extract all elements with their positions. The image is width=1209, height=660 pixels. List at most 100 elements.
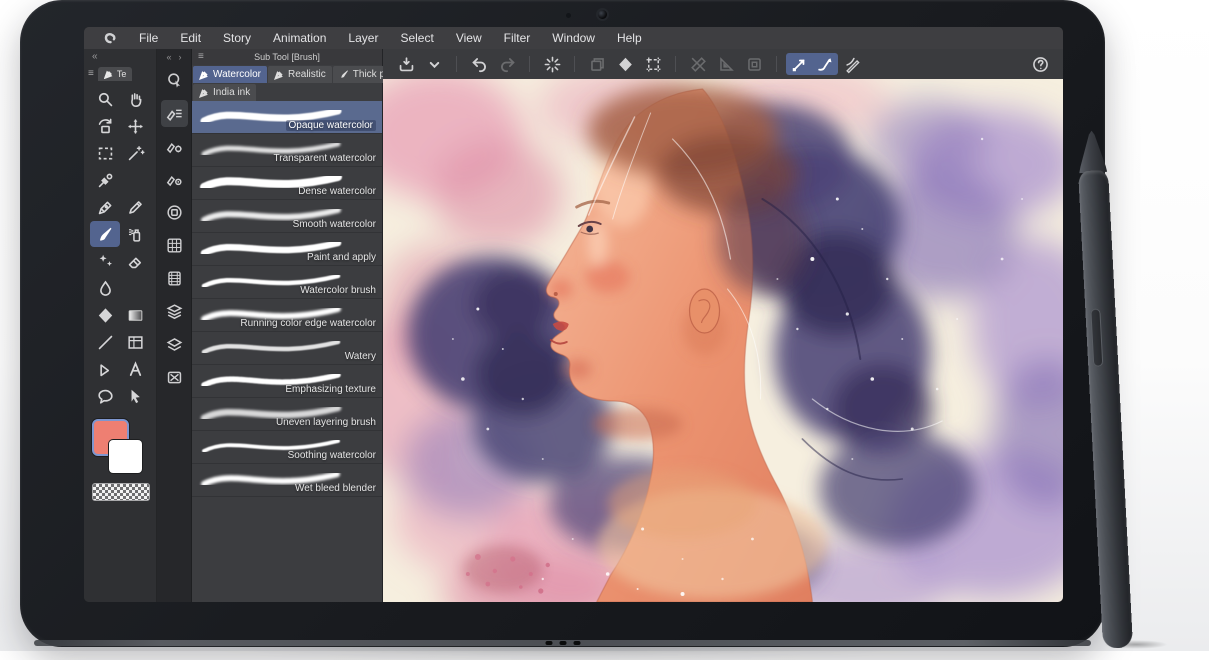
stroke-curve-icon[interactable] xyxy=(812,53,838,75)
dock-color-set[interactable] xyxy=(161,232,188,259)
tool-panel: « ≡ Te xyxy=(84,49,157,602)
tool-panel-menu-icon[interactable]: ≡ xyxy=(88,69,94,79)
tool-brush[interactable] xyxy=(90,221,120,247)
tool-selection-marquee[interactable] xyxy=(90,140,120,166)
brush-item[interactable]: Watercolor brush xyxy=(192,266,382,299)
tool-fill[interactable] xyxy=(90,302,120,328)
tablet-device: File Edit Story Animation Layer Select V… xyxy=(20,0,1105,647)
dock-next-button[interactable]: › xyxy=(179,52,182,62)
tool-panel-tab[interactable]: Te xyxy=(98,67,133,81)
brush-item[interactable]: Soothing watercolor xyxy=(192,431,382,464)
dock-prev-button[interactable]: « xyxy=(166,52,171,62)
light-sensor xyxy=(566,13,571,18)
chevron-down-icon[interactable] xyxy=(421,53,447,75)
tool-operation[interactable] xyxy=(120,383,150,409)
tool-hand[interactable] xyxy=(120,86,150,112)
menu-select[interactable]: Select xyxy=(389,27,444,49)
tool-line[interactable] xyxy=(90,329,120,355)
dock-navigator[interactable] xyxy=(161,199,188,226)
menu-bar: File Edit Story Animation Layer Select V… xyxy=(84,27,1063,49)
tool-text[interactable] xyxy=(120,356,150,382)
tool-eyedropper[interactable] xyxy=(90,167,120,193)
tab-watercolor[interactable]: Watercolor xyxy=(193,66,267,83)
tool-grid xyxy=(84,84,156,411)
tool-pen[interactable] xyxy=(90,194,120,220)
toolbar-divider xyxy=(456,56,457,72)
transparent-color-swatch[interactable] xyxy=(92,483,150,501)
dock-sub-view[interactable] xyxy=(161,364,188,391)
menu-view[interactable]: View xyxy=(445,27,493,49)
menu-layer[interactable]: Layer xyxy=(337,27,389,49)
tab-india-ink[interactable]: India ink xyxy=(193,84,256,101)
color-swatches xyxy=(92,419,148,511)
line-correction-icon[interactable] xyxy=(840,53,866,75)
tool-decoration[interactable] xyxy=(90,248,120,274)
dock-tool-property[interactable] xyxy=(161,133,188,160)
dock-sub-tool[interactable] xyxy=(161,100,188,127)
dock-material[interactable] xyxy=(161,265,188,292)
tool-move[interactable] xyxy=(120,113,150,139)
tool-rotate[interactable] xyxy=(90,113,120,139)
duplicate-icon[interactable] xyxy=(584,53,610,75)
brush-item[interactable]: Wet bleed blender xyxy=(192,464,382,497)
brush-item[interactable]: Running color edge watercolor xyxy=(192,299,382,332)
subtool-tab-row-1: Watercolor Realistic Thick pa xyxy=(192,65,382,83)
menu-story[interactable]: Story xyxy=(212,27,262,49)
dock-brush-size[interactable] xyxy=(161,166,188,193)
menu-window[interactable]: Window xyxy=(541,27,606,49)
subtool-panel: ≡ Sub Tool [Brush] Watercolor Realistic xyxy=(192,49,383,602)
s-pen-tip xyxy=(1077,130,1107,173)
toolbar-divider xyxy=(675,56,676,72)
grid-icon[interactable] xyxy=(741,53,767,75)
fill-icon[interactable] xyxy=(612,53,638,75)
menu-file[interactable]: File xyxy=(128,27,169,49)
menu-filter[interactable]: Filter xyxy=(493,27,542,49)
triangle-ruler-icon[interactable] xyxy=(713,53,739,75)
brush-item[interactable]: Dense watercolor xyxy=(192,167,382,200)
refresh-icon[interactable] xyxy=(539,53,565,75)
collapse-panel-button[interactable]: « xyxy=(92,51,98,62)
background-color-swatch[interactable] xyxy=(109,440,142,473)
menu-animation[interactable]: Animation xyxy=(262,27,337,49)
brush-item[interactable]: Opaque watercolor xyxy=(192,101,382,134)
dock-quick-access[interactable] xyxy=(161,67,188,94)
subtool-menu-icon[interactable]: ≡ xyxy=(198,52,204,62)
workspace: « ≡ Te xyxy=(84,49,1063,602)
brush-item[interactable]: Watery xyxy=(192,332,382,365)
brush-item[interactable]: Uneven layering brush xyxy=(192,398,382,431)
portrait-ear xyxy=(690,289,720,333)
watercolor-portrait-artwork xyxy=(383,79,1063,602)
clip-studio-paint-logo-icon[interactable] xyxy=(100,29,118,47)
menu-help[interactable]: Help xyxy=(606,27,653,49)
undo-icon[interactable] xyxy=(466,53,492,75)
help-icon[interactable] xyxy=(1027,53,1053,75)
tool-auto-select[interactable] xyxy=(120,140,150,166)
palette-dock: « › xyxy=(157,49,192,602)
canvas[interactable] xyxy=(383,79,1063,602)
tool-balloon[interactable] xyxy=(90,383,120,409)
tool-gradient[interactable] xyxy=(120,302,150,328)
tool-frame-border[interactable] xyxy=(120,329,150,355)
command-bar xyxy=(383,49,1063,79)
ruler-off-icon[interactable] xyxy=(685,53,711,75)
tool-zoom[interactable] xyxy=(90,86,120,112)
brush-item[interactable]: Emphasizing texture xyxy=(192,365,382,398)
brush-item[interactable]: Transparent watercolor xyxy=(192,134,382,167)
subtool-tab-row-2: India ink xyxy=(192,83,382,101)
pogo-pin-connector xyxy=(545,641,580,645)
tool-eraser[interactable] xyxy=(120,248,150,274)
tool-polyline[interactable] xyxy=(90,356,120,382)
menu-edit[interactable]: Edit xyxy=(169,27,212,49)
crop-frame-icon[interactable] xyxy=(640,53,666,75)
tab-realistic[interactable]: Realistic xyxy=(268,66,332,83)
brush-item[interactable]: Paint and apply xyxy=(192,233,382,266)
tool-airbrush[interactable] xyxy=(120,221,150,247)
save-icon[interactable] xyxy=(393,53,419,75)
tool-pencil[interactable] xyxy=(120,194,150,220)
brush-item[interactable]: Smooth watercolor xyxy=(192,200,382,233)
redo-icon[interactable] xyxy=(494,53,520,75)
dock-layer[interactable] xyxy=(161,331,188,358)
dock-layer-property[interactable] xyxy=(161,298,188,325)
tool-blend[interactable] xyxy=(90,275,120,301)
snap-arrow-icon[interactable] xyxy=(786,53,812,75)
